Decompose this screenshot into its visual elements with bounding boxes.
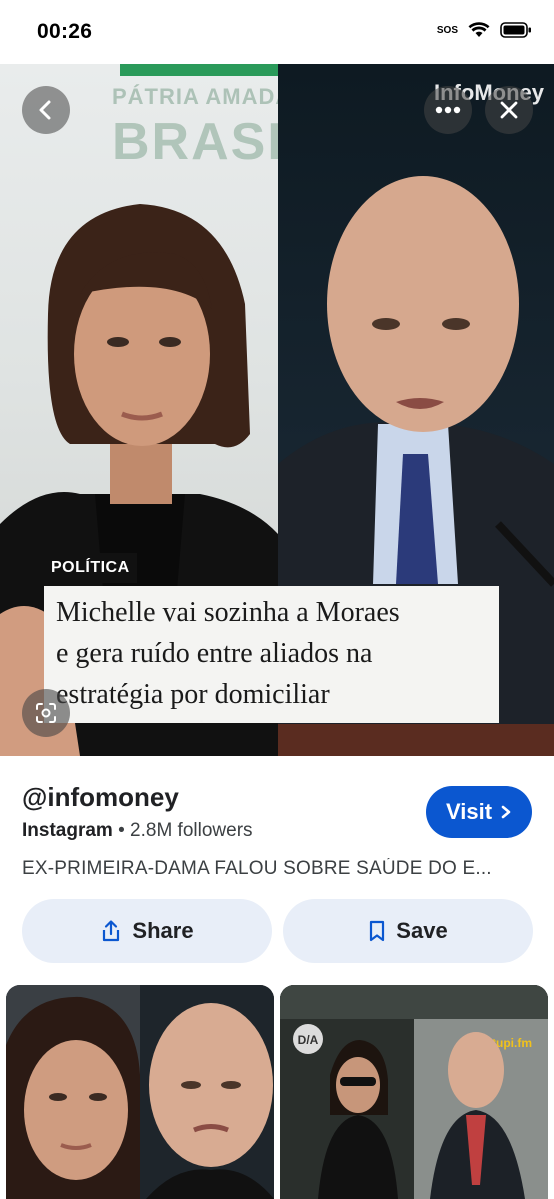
share-icon: [103, 920, 120, 942]
related-image-2[interactable]: D/A 96.5 tupi.fm: [280, 985, 548, 1199]
share-button[interactable]: Share: [22, 899, 272, 963]
headline-line-2: e gera ruído entre aliados na: [56, 638, 373, 669]
hero-image[interactable]: PÁTRIA AMADA BRASIL InfoMoney POLÍTICA M…: [0, 64, 554, 756]
save-button[interactable]: Save: [283, 899, 533, 963]
share-label: Share: [132, 918, 194, 943]
more-options-button[interactable]: [424, 86, 472, 134]
chevron-left-icon: [39, 100, 51, 120]
wifi-icon: [468, 22, 490, 38]
bookmark-icon: [370, 920, 385, 942]
news-category-tag: POLÍTICA: [44, 553, 137, 583]
lens-search-button[interactable]: [22, 689, 70, 737]
close-icon: [500, 101, 518, 119]
lens-icon: [36, 703, 56, 723]
related-image-2-art: D/A 96.5 tupi.fm: [280, 985, 548, 1199]
result-info: @infomoney Instagram • 2.8M followers EX…: [0, 756, 554, 981]
visit-button[interactable]: Visit: [426, 786, 532, 838]
thumb2-logo: D/A: [298, 1033, 319, 1047]
sos-indicator: SOS: [436, 24, 458, 36]
status-time: 00:26: [37, 20, 93, 43]
headline-line-1: Michelle vai sozinha a Moraes: [56, 597, 400, 628]
source-line: Instagram • 2.8M followers: [22, 820, 253, 842]
post-caption: EX-PRIMEIRA-DAMA FALOU SOBRE SAÚDE DO E.…: [22, 858, 492, 879]
background-stripe: [120, 64, 280, 76]
save-label: Save: [396, 918, 448, 943]
headline-line-3: estratégia por domiciliar: [56, 679, 330, 710]
visit-label: Visit: [445, 799, 493, 824]
chevron-right-icon: [501, 805, 511, 819]
source-platform: Instagram: [22, 820, 113, 841]
back-button[interactable]: [22, 86, 70, 134]
close-button[interactable]: [485, 86, 533, 134]
battery-icon: [500, 22, 532, 38]
related-image-1-art: [6, 985, 274, 1199]
news-headline: Michelle vai sozinha a Moraes e gera ruí…: [44, 586, 499, 723]
status-bar: 00:26 SOS: [0, 0, 554, 64]
more-horizontal-icon: [435, 106, 461, 114]
follower-count: 2.8M followers: [130, 820, 253, 841]
source-handle[interactable]: @infomoney: [22, 782, 179, 813]
related-image-1[interactable]: [6, 985, 274, 1199]
source-separator: •: [118, 820, 125, 841]
status-icons: SOS: [437, 22, 532, 38]
